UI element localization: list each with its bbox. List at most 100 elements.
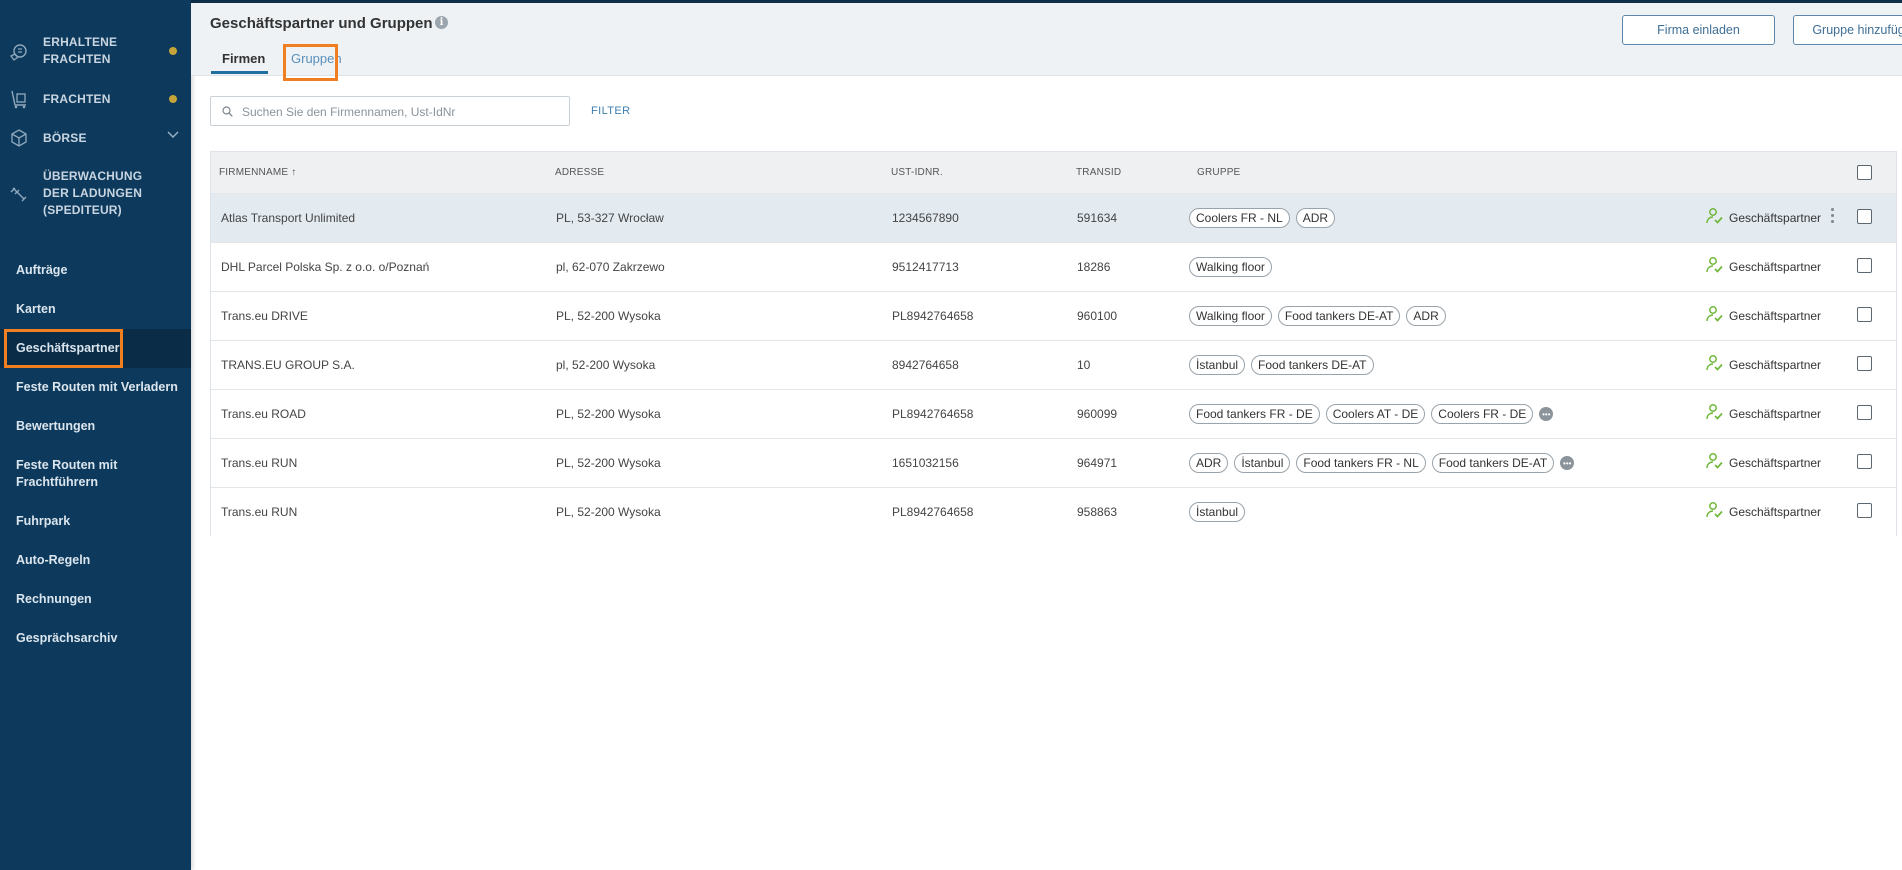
group-chip: ADR xyxy=(1406,306,1446,326)
sidebar: ERHALTENE FRACHTEN FRACHTEN BÖRSE ÜBERWA… xyxy=(0,0,191,870)
company-name[interactable]: DHL Parcel Polska Sp. z o.o. o/Poznań xyxy=(221,260,429,274)
company-transid: 958863 xyxy=(1077,505,1118,519)
sidebar-item-exchange[interactable]: BÖRSE xyxy=(0,128,191,148)
row-checkbox[interactable] xyxy=(1857,356,1872,371)
partner-status: Geschäftspartner xyxy=(1705,403,1821,424)
sidebar-link-shipper-routes[interactable]: Feste Routen mit Verladern xyxy=(0,379,191,396)
column-header-name[interactable]: FIRMENNAME ↑ xyxy=(219,167,296,178)
partners-table: FIRMENNAME ↑ ADRESSE UST-IDNR. TRANSID G… xyxy=(210,151,1897,536)
row-checkbox[interactable] xyxy=(1857,307,1872,322)
tab-companies[interactable]: Firmen xyxy=(222,51,265,66)
page-header: Geschäftspartner und Gruppen i Firmen Gr… xyxy=(191,3,1902,81)
row-checkbox[interactable] xyxy=(1857,209,1872,224)
company-vat: PL8942764658 xyxy=(892,309,974,323)
company-address: PL, 52-200 Wysoka xyxy=(556,309,661,323)
partner-status-label: Geschäftspartner xyxy=(1729,357,1822,372)
table-header: FIRMENNAME ↑ ADRESSE UST-IDNR. TRANSID G… xyxy=(211,152,1896,193)
sidebar-item-received-freights[interactable]: ERHALTENE FRACHTEN xyxy=(0,34,191,70)
company-name[interactable]: TRANS.EU GROUP S.A. xyxy=(221,358,355,372)
search-input[interactable] xyxy=(242,102,562,122)
row-checkbox[interactable] xyxy=(1857,258,1872,273)
sidebar-link-ratings[interactable]: Bewertungen xyxy=(0,418,191,435)
group-chip: Coolers FR - NL xyxy=(1189,208,1290,228)
partner-status-label: Geschäftspartner xyxy=(1729,308,1822,323)
partner-status: Geschäftspartner xyxy=(1705,452,1821,473)
company-name[interactable]: Trans.eu RUN xyxy=(221,505,297,519)
table-row[interactable]: Trans.eu RUN PL, 52-200 Wysoka PL894276465… xyxy=(211,487,1896,536)
column-header-address: ADRESSE xyxy=(555,167,605,178)
company-transid: 964971 xyxy=(1077,456,1118,470)
invite-company-button[interactable]: Firma einladen xyxy=(1622,15,1775,45)
row-checkbox[interactable] xyxy=(1857,454,1872,469)
sidebar-item-load-monitoring[interactable]: ÜBERWACHUNG DER LADUNGEN (SPEDITEUR) xyxy=(0,168,191,220)
company-vat: 8942764658 xyxy=(892,358,959,372)
partner-check-icon xyxy=(1705,256,1723,277)
freight-icon xyxy=(9,89,29,109)
group-chip: İstanbul xyxy=(1234,453,1291,473)
table-row[interactable]: Trans.eu RUN PL, 52-200 Wysoka 1651032156 9… xyxy=(211,438,1896,487)
chevron-down-icon[interactable] xyxy=(167,131,179,142)
group-chips: Walking floor Food tankers DE-AT ADR xyxy=(1189,306,1446,326)
company-vat: 9512417713 xyxy=(892,260,959,274)
group-chips: İstanbul Food tankers DE-AT xyxy=(1189,355,1374,375)
group-chips: ADR İstanbul Food tankers FR - NL Food tank… xyxy=(1189,453,1575,473)
notification-dot xyxy=(169,95,177,103)
sidebar-item-label: ERHALTENE FRACHTEN xyxy=(43,35,118,66)
sidebar-link-maps[interactable]: Karten xyxy=(0,301,191,318)
sidebar-item-label: BÖRSE xyxy=(43,131,87,145)
partner-check-icon xyxy=(1705,207,1723,228)
table-row[interactable]: Trans.eu ROAD PL, 52-200 Wysoka PL89427646… xyxy=(211,389,1896,438)
select-all-checkbox[interactable] xyxy=(1857,165,1872,180)
sidebar-item-freights[interactable]: FRACHTEN xyxy=(0,89,191,109)
sidebar-link-carrier-routes[interactable]: Feste Routen mit Frachtführern xyxy=(0,457,170,491)
table-row[interactable]: TRANS.EU GROUP S.A. pl, 52-200 Wysoka 8942… xyxy=(211,340,1896,389)
sidebar-link-orders[interactable]: Aufträge xyxy=(0,262,191,279)
group-chip: Food tankers DE-AT xyxy=(1277,306,1401,326)
column-header-group: GRUPPE xyxy=(1197,167,1241,178)
group-chips: Coolers FR - NL ADR xyxy=(1189,208,1336,228)
add-group-button[interactable]: Gruppe hinzufügen xyxy=(1793,15,1902,45)
company-name[interactable]: Trans.eu ROAD xyxy=(221,407,306,421)
company-name[interactable]: Trans.eu RUN xyxy=(221,456,297,470)
partner-status-label: Geschäftspartner xyxy=(1729,259,1822,274)
partner-status: Geschäftspartner xyxy=(1705,305,1821,326)
sidebar-link-fleet[interactable]: Fuhrpark xyxy=(0,513,191,530)
group-chip: ADR xyxy=(1189,453,1229,473)
table-row[interactable]: Atlas Transport Unlimited PL, 53-327 Wroc… xyxy=(211,193,1896,242)
partner-check-icon xyxy=(1705,305,1723,326)
column-header-transid: TRANSID xyxy=(1076,167,1122,178)
more-actions-icon[interactable] xyxy=(1831,208,1835,226)
filter-button[interactable]: FILTER xyxy=(591,105,630,117)
active-tab-underline xyxy=(211,71,268,74)
group-chip: İstanbul xyxy=(1189,355,1246,375)
more-groups-icon[interactable]: ••• xyxy=(1560,456,1575,470)
company-transid: 591634 xyxy=(1077,211,1118,225)
exchange-box-icon xyxy=(9,128,29,148)
row-checkbox[interactable] xyxy=(1857,503,1872,518)
received-freight-icon xyxy=(9,42,29,62)
company-address: PL, 52-200 Wysoka xyxy=(556,456,661,470)
group-chip: ADR xyxy=(1295,208,1336,228)
sidebar-link-auto-rules[interactable]: Auto-Regeln xyxy=(0,552,191,569)
company-name[interactable]: Atlas Transport Unlimited xyxy=(221,211,355,225)
company-vat: 1234567890 xyxy=(892,211,959,225)
notification-dot xyxy=(169,47,177,55)
info-icon[interactable]: i xyxy=(435,16,448,29)
table-row[interactable]: Trans.eu DRIVE PL, 52-200 Wysoka PL8942764… xyxy=(211,291,1896,340)
group-chips: İstanbul xyxy=(1189,502,1246,522)
group-chip: İstanbul xyxy=(1189,502,1246,522)
company-name[interactable]: Trans.eu DRIVE xyxy=(221,309,308,323)
company-address: PL, 52-200 Wysoka xyxy=(556,505,661,519)
partner-status-label: Geschäftspartner xyxy=(1729,455,1822,470)
more-groups-icon[interactable]: ••• xyxy=(1539,407,1554,421)
company-address: pl, 62-070 Zakrzewo xyxy=(556,260,665,274)
partner-status: Geschäftspartner xyxy=(1705,354,1821,375)
company-transid: 18286 xyxy=(1077,260,1111,274)
company-vat: PL8942764658 xyxy=(892,505,974,519)
row-checkbox[interactable] xyxy=(1857,405,1872,420)
sidebar-link-chat-archive[interactable]: Gesprächsarchiv xyxy=(0,630,191,647)
company-vat: PL8942764658 xyxy=(892,407,974,421)
sidebar-link-invoices[interactable]: Rechnungen xyxy=(0,591,191,608)
table-row[interactable]: DHL Parcel Polska Sp. z o.o. o/Poznań pl,… xyxy=(211,242,1896,291)
partner-status: Geschäftspartner xyxy=(1705,501,1821,522)
